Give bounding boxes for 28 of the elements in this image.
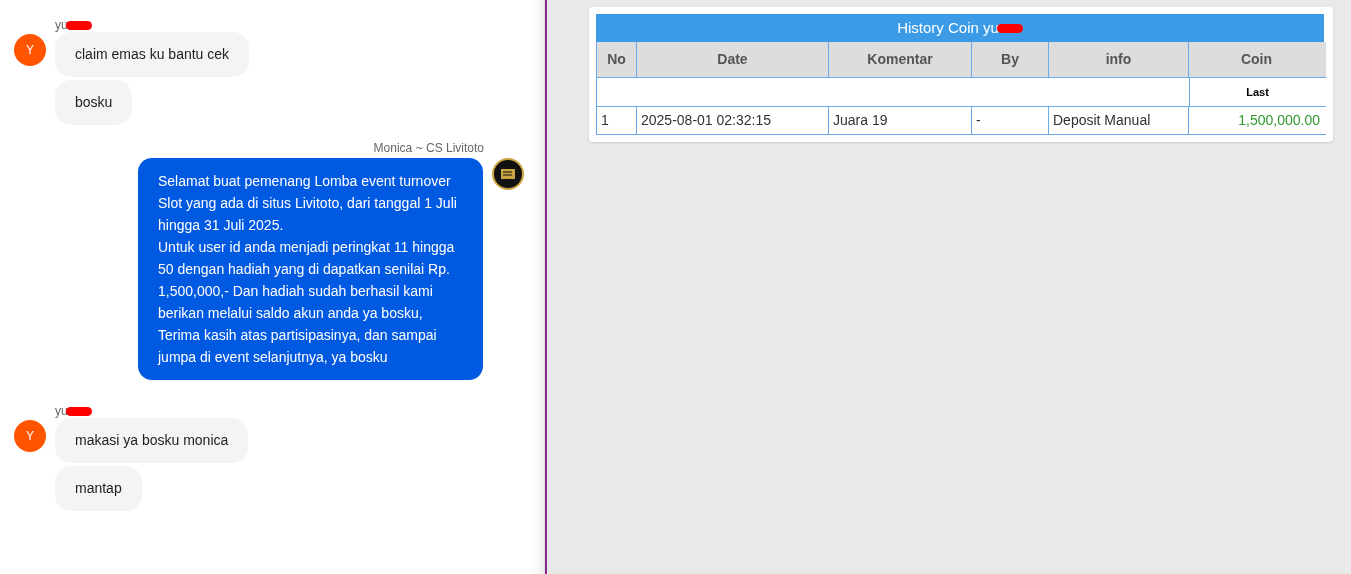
- table-title: History Coin yu: [596, 14, 1324, 42]
- sender-name: Monica ~ CS Livitoto: [373, 140, 484, 157]
- sender-name: yu: [55, 403, 68, 420]
- table-cell: Deposit Manual: [1048, 107, 1188, 134]
- user-avatar: Y: [14, 420, 46, 452]
- column-header: By: [971, 42, 1048, 77]
- message-bubble: mantap: [55, 466, 142, 511]
- message-bubble: bosku: [55, 80, 133, 125]
- message-bubble: claim emas ku bantu cek: [55, 32, 250, 77]
- user-avatar: Y: [14, 34, 46, 66]
- redaction-mark: [65, 20, 92, 30]
- redaction-mark: [65, 406, 92, 416]
- message-bubble: Selamat buat pemenang Lomba event turnover Slot yang ada di situs Livitoto, dari tanggal 1 Juli hingga 31 Juli 2025. Untuk user id anda menjadi peringkat 11 hingga 50 dengan hadiah yang di dapatkan senilai Rp. 1,500,000,- Dan hadiah sudah berhasil kami berikan melalui saldo akun anda ya bosku, Terima kasih atas partisipasinya, dan sampai jumpa di event selanjutnya, ya bosku: [138, 158, 483, 380]
- redaction-mark: [996, 23, 1023, 33]
- table-cell: 1,500,000.00: [1188, 107, 1324, 134]
- table-cell: 2025-08-01 02:32:15: [636, 107, 828, 134]
- table-cell: Juara 19: [828, 107, 971, 134]
- subheader-cell: Last: [1189, 78, 1325, 106]
- table-cell: 1: [596, 107, 636, 134]
- table-cell: -: [971, 107, 1048, 134]
- agent-avatar: [492, 158, 524, 190]
- sender-name: yu: [55, 17, 68, 34]
- column-header: Komentar: [828, 42, 971, 77]
- column-header: info: [1048, 42, 1188, 77]
- column-header: Coin: [1188, 42, 1324, 77]
- message-bubble: makasi ya bosku monica: [55, 418, 249, 463]
- column-header: No: [596, 42, 636, 77]
- column-header: Date: [636, 42, 828, 77]
